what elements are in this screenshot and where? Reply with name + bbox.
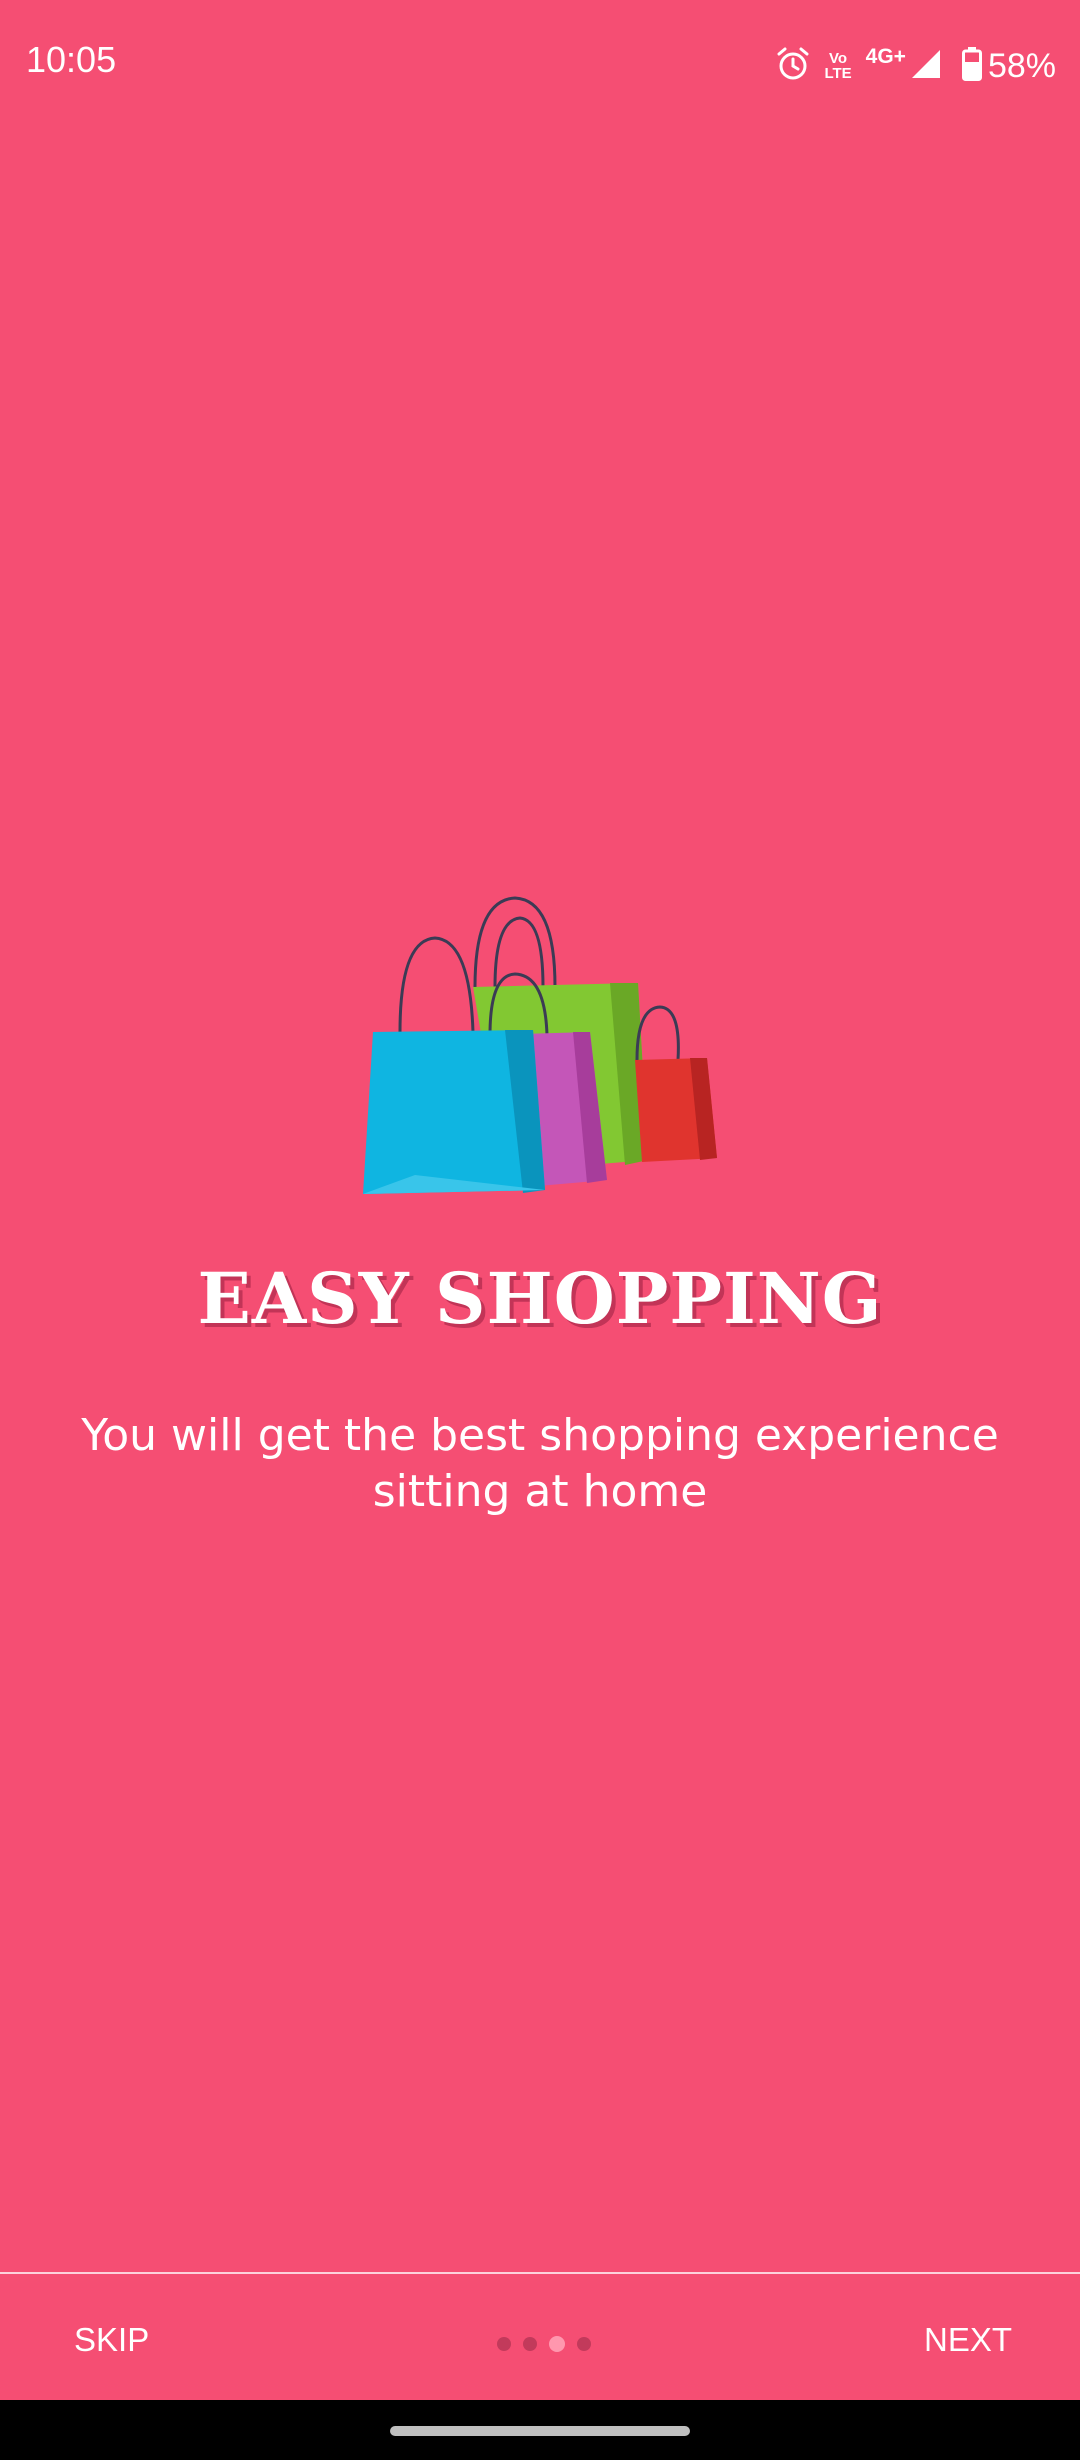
page-dot — [577, 2337, 591, 2351]
alarm-icon — [776, 46, 810, 86]
skip-button[interactable]: SKIP — [74, 2310, 149, 2370]
onboarding-description: You will get the best shopping experienc… — [81, 1410, 999, 1517]
volte-bottom: LTE — [824, 65, 852, 82]
home-gesture-handle[interactable] — [390, 2426, 690, 2436]
page-dot-active — [549, 2336, 565, 2352]
page-indicator — [491, 2336, 597, 2352]
onboarding-title: EASY SHOPPING — [197, 1257, 883, 1340]
page-dot — [497, 2337, 511, 2351]
network-type: 4G+ — [865, 44, 906, 68]
battery-icon — [961, 47, 982, 85]
battery-percentage: 58% — [987, 47, 1056, 85]
status-time: 10:05 — [26, 39, 117, 80]
page-dot — [523, 2337, 537, 2351]
volte-icon: Vo LTE — [824, 51, 851, 81]
signal-icon — [910, 48, 942, 84]
shopping-bags-illustration — [355, 890, 725, 1210]
next-button[interactable]: NEXT — [924, 2310, 1012, 2370]
bottom-divider — [0, 2272, 1080, 2274]
volte-top: Vo — [829, 50, 848, 67]
navigation-bar — [0, 2400, 1080, 2460]
status-icons: Vo LTE 4G+ 58% — [762, 40, 1056, 92]
status-bar: 10:05 Vo LTE 4G+ 58% — [0, 0, 1080, 130]
